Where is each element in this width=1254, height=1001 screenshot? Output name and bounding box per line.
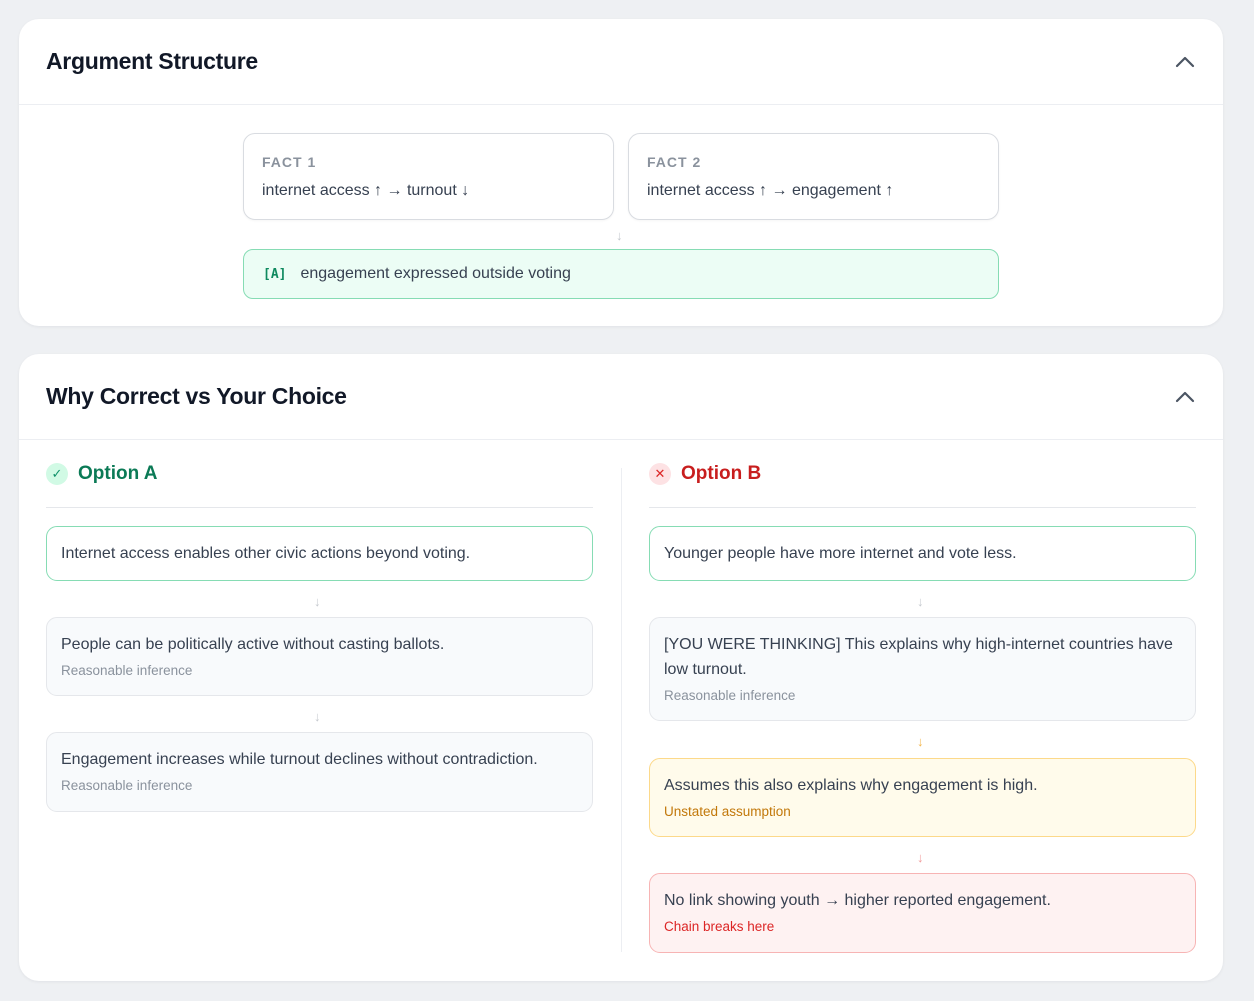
argument-structure-header[interactable]: Argument Structure bbox=[19, 19, 1223, 105]
fact-label: FACT 2 bbox=[647, 154, 702, 170]
option-a-title: Option A bbox=[78, 462, 158, 484]
arrow-down-icon: ↓ bbox=[917, 594, 924, 609]
option-a-step-2: People can be politically active without… bbox=[46, 617, 593, 696]
chevron-up-icon[interactable] bbox=[1174, 51, 1196, 73]
fact-text: internet access ↑ → turnout ↓ bbox=[262, 182, 470, 199]
option-a-step-1: Internet access enables other civic acti… bbox=[46, 526, 593, 581]
fact-card-1: FACT 1 internet access ↑ → turnout ↓ bbox=[243, 133, 614, 220]
arrow-down-icon: ↓ bbox=[917, 734, 924, 749]
option-b-step-3: Assumes this also explains why engagemen… bbox=[649, 758, 1196, 837]
fact-card-2: FACT 2 internet access ↑ → engagement ↑ bbox=[628, 133, 999, 220]
arrow-down-icon: ↓ bbox=[314, 709, 321, 724]
option-b-step-2: [YOU WERE THINKING] This explains why hi… bbox=[649, 617, 1196, 721]
option-b-header: ✕ Option B bbox=[649, 440, 1196, 508]
step-tag: Unstated assumption bbox=[664, 804, 791, 819]
step-text: Younger people have more internet and vo… bbox=[664, 545, 1017, 562]
step-text: Assumes this also explains why engagemen… bbox=[664, 777, 1038, 794]
option-b-column: ✕ Option B Younger people have more inte… bbox=[649, 440, 1196, 980]
comparison-header[interactable]: Why Correct vs Your Choice bbox=[19, 354, 1223, 440]
option-b-step-4: No link showing youth → higher reported … bbox=[649, 873, 1196, 953]
step-text: No link showing youth → higher reported … bbox=[664, 892, 1051, 909]
argument-structure-card: Argument Structure FACT 1 internet acces… bbox=[19, 19, 1223, 326]
conclusion-text: engagement expressed outside voting bbox=[300, 265, 571, 282]
option-a-header: ✓ Option A bbox=[46, 440, 593, 508]
option-b-step-1: Younger people have more internet and vo… bbox=[649, 526, 1196, 581]
column-divider bbox=[621, 468, 622, 952]
arrow-down-icon: ↓ bbox=[917, 850, 924, 865]
fact-label: FACT 1 bbox=[262, 154, 317, 170]
fact-text: internet access ↑ → engagement ↑ bbox=[647, 182, 894, 199]
step-text: Engagement increases while turnout decli… bbox=[61, 751, 538, 768]
step-text: People can be politically active without… bbox=[61, 636, 445, 653]
step-tag: Reasonable inference bbox=[61, 778, 193, 793]
chevron-up-icon[interactable] bbox=[1174, 386, 1196, 408]
argument-structure-body: FACT 1 internet access ↑ → turnout ↓ FAC… bbox=[19, 105, 1223, 325]
option-b-title: Option B bbox=[681, 462, 762, 484]
step-text: [YOU WERE THINKING] This explains why hi… bbox=[664, 636, 1173, 678]
comparison-body: ✓ Option A Internet access enables other… bbox=[19, 440, 1223, 980]
option-a-column: ✓ Option A Internet access enables other… bbox=[46, 440, 593, 980]
x-icon: ✕ bbox=[649, 462, 671, 485]
step-tag: Reasonable inference bbox=[664, 688, 796, 703]
step-tag: Reasonable inference bbox=[61, 663, 193, 678]
step-tag: Chain breaks here bbox=[664, 919, 775, 934]
check-icon: ✓ bbox=[46, 462, 68, 485]
option-a-step-3: Engagement increases while turnout decli… bbox=[46, 732, 593, 812]
conclusion-box: [A] engagement expressed outside voting bbox=[243, 249, 999, 299]
conclusion-tag: [A] bbox=[263, 266, 287, 282]
arrow-down-icon: ↓ bbox=[616, 228, 623, 243]
comparison-title: Why Correct vs Your Choice bbox=[46, 383, 347, 409]
comparison-card: Why Correct vs Your Choice ✓ Option A In… bbox=[19, 354, 1223, 981]
argument-structure-title: Argument Structure bbox=[46, 48, 258, 74]
arrow-down-icon: ↓ bbox=[314, 594, 321, 609]
step-text: Internet access enables other civic acti… bbox=[61, 545, 471, 562]
